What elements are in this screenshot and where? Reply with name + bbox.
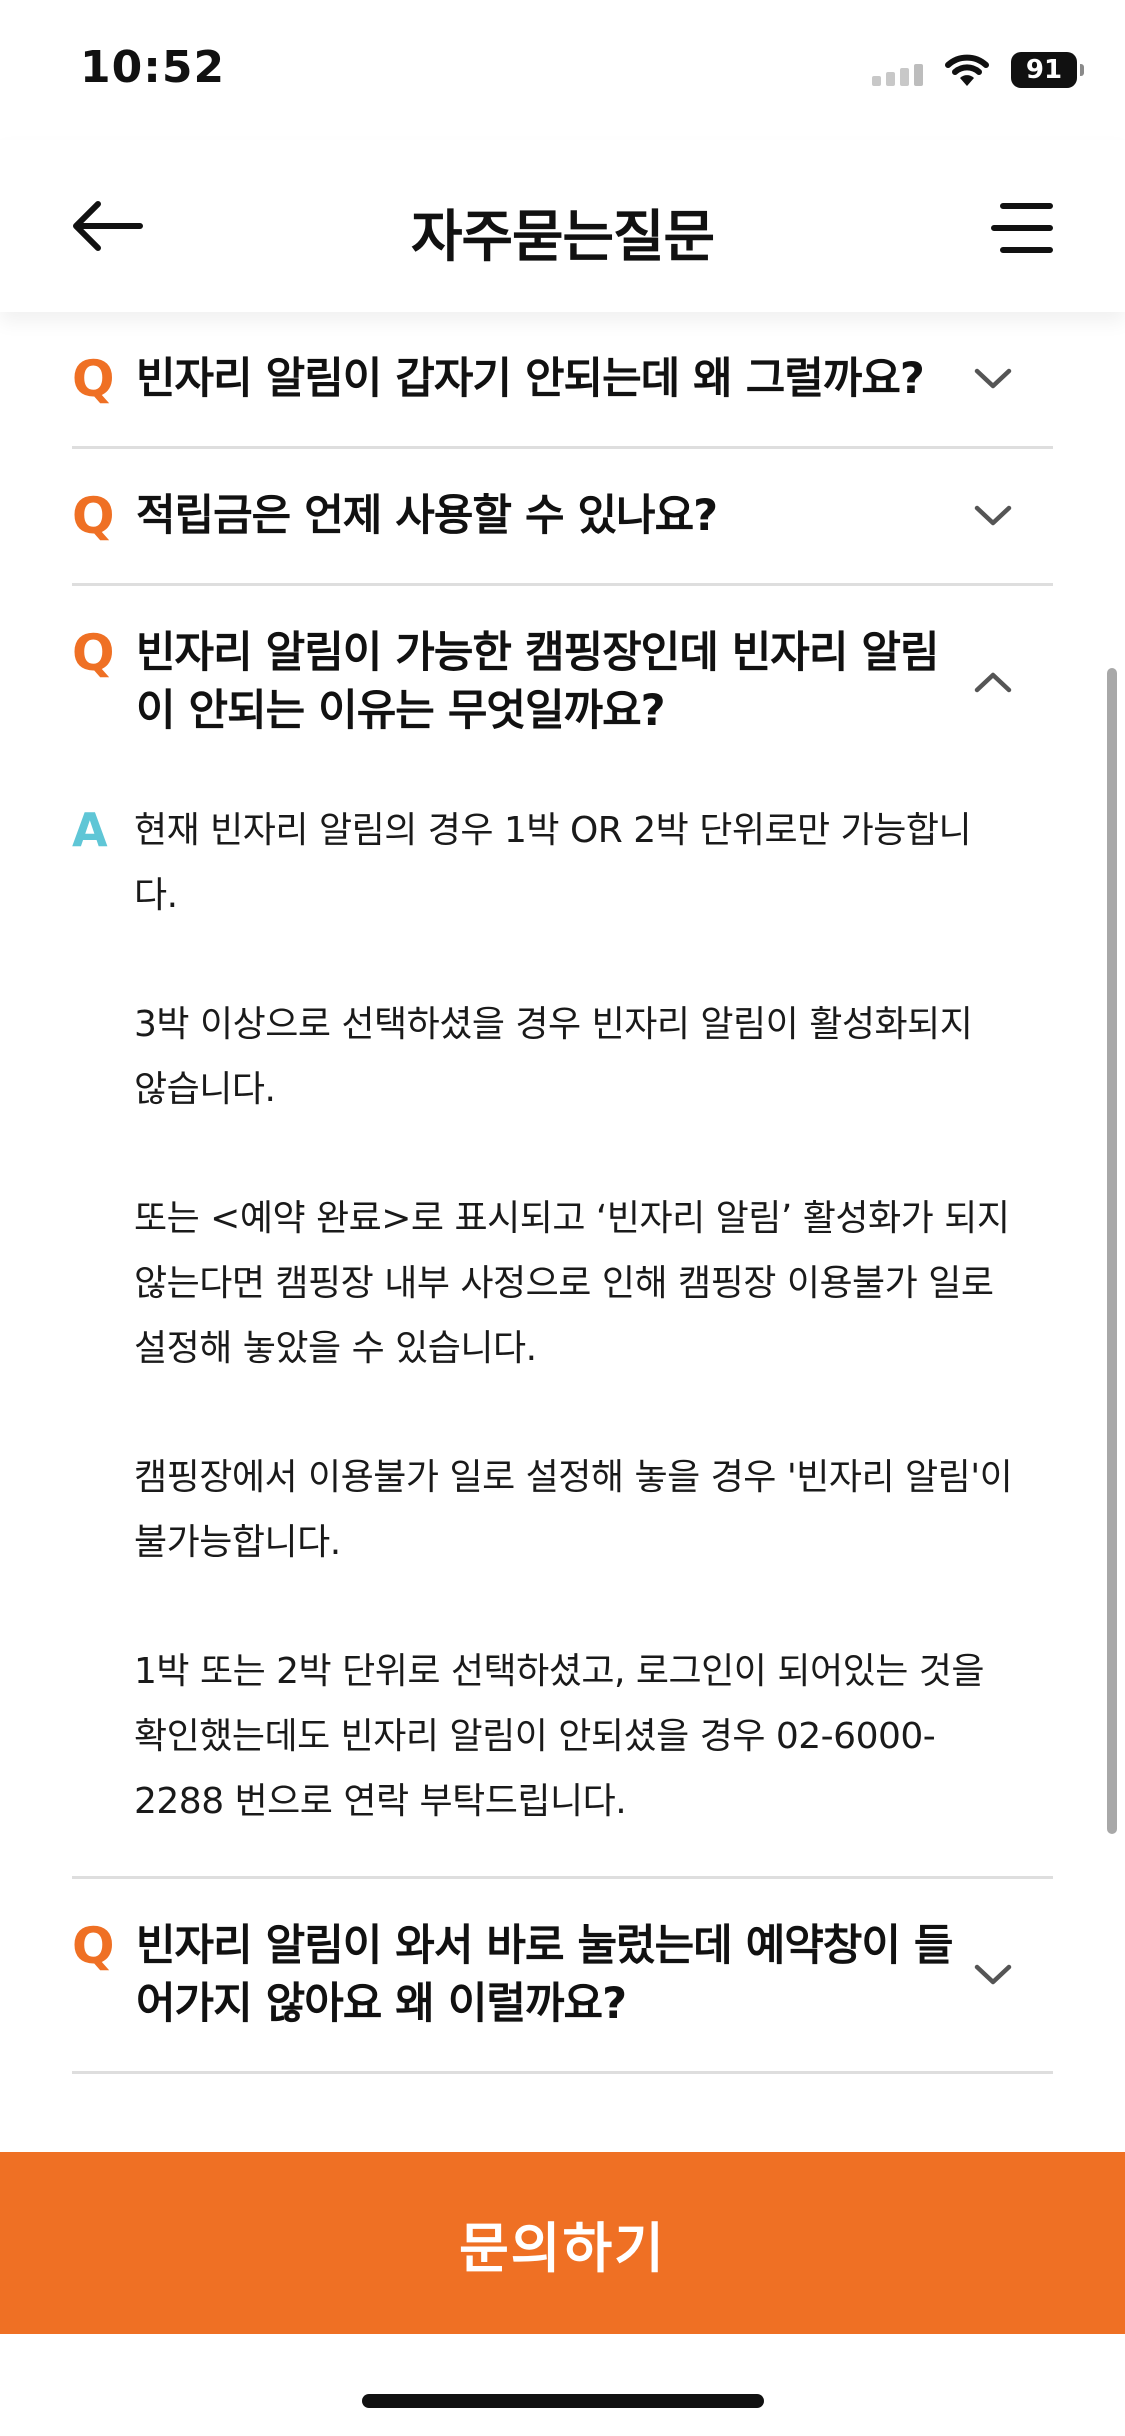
page-title: 자주묻는질문 xyxy=(410,205,715,270)
answer-paragraph: 캠핑장에서 이용불가 일로 설정해 놓을 경우 '빈자리 알림'이 불가능합니다… xyxy=(134,1457,1013,1563)
question-text: 빈자리 알림이 갑자기 안되는데 왜 그럴까요? xyxy=(136,354,925,404)
chevron-up-icon xyxy=(974,672,1012,693)
chevron-down-icon xyxy=(974,505,1012,526)
question-text: 빈자리 알림이 가능한 캠핑장인데 빈자리 알림이 안되는 이유는 무엇일까요? xyxy=(136,628,940,736)
faq-question-toggle[interactable]: Q 적립금은 언제 사용할 수 있나요? xyxy=(72,449,1053,583)
question-text: 적립금은 언제 사용할 수 있나요? xyxy=(136,491,718,541)
status-time: 10:52 xyxy=(80,42,226,93)
menu-icon xyxy=(991,203,1053,253)
question-mark: Q xyxy=(72,487,115,545)
answer-body: 현재 빈자리 알림의 경우 1박 OR 2박 단위로만 가능합니다. 3박 이상… xyxy=(134,798,1013,1834)
answer-paragraph: 1박 또는 2박 단위로 선택하셨고, 로그인이 되어있는 것을 확인했는데도 … xyxy=(134,1651,985,1822)
battery-icon: 91 xyxy=(1011,52,1084,88)
cellular-signal-icon xyxy=(872,54,923,86)
faq-item: Q 빈자리 알림이 와서 바로 눌렀는데 예약창이 들어가지 않아요 왜 이럴까… xyxy=(72,1879,1053,2074)
question-mark: Q xyxy=(72,1917,115,1975)
faq-item: Q 적립금은 언제 사용할 수 있나요? xyxy=(72,449,1053,586)
faq-list[interactable]: Q 빈자리 알림이 갑자기 안되는데 왜 그럴까요? Q 적립금은 언제 사용할… xyxy=(0,312,1125,2152)
scrollbar[interactable] xyxy=(1107,668,1117,1834)
question-mark: Q xyxy=(72,624,115,682)
home-indicator[interactable] xyxy=(362,2394,764,2408)
faq-item-expanded: Q 빈자리 알림이 가능한 캠핑장인데 빈자리 알림이 안되는 이유는 무엇일까… xyxy=(72,586,1053,1879)
chevron-down-icon xyxy=(974,1964,1012,1985)
answer-paragraph: 현재 빈자리 알림의 경우 1박 OR 2박 단위로만 가능합니다. xyxy=(134,810,972,916)
question-text: 빈자리 알림이 와서 바로 눌렀는데 예약창이 들어가지 않아요 왜 이럴까요? xyxy=(136,1921,953,2029)
faq-question-toggle[interactable]: Q 빈자리 알림이 갑자기 안되는데 왜 그럴까요? xyxy=(72,312,1053,446)
answer-paragraph: 또는 <예약 완료>로 표시되고 ‘빈자리 알림’ 활성화가 되지 않는다면 캠… xyxy=(134,1198,1010,1369)
faq-question-toggle[interactable]: Q 빈자리 알림이 와서 바로 눌렀는데 예약창이 들어가지 않아요 왜 이럴까… xyxy=(72,1879,1053,2071)
faq-question-toggle[interactable]: Q 빈자리 알림이 가능한 캠핑장인데 빈자리 알림이 안되는 이유는 무엇일까… xyxy=(72,586,1053,778)
question-mark: Q xyxy=(72,350,115,408)
status-bar: 10:52 91 xyxy=(0,0,1125,140)
wifi-icon xyxy=(945,54,989,86)
faq-item: Q 빈자리 알림이 갑자기 안되는데 왜 그럴까요? xyxy=(72,312,1053,449)
inquiry-button[interactable]: 문의하기 xyxy=(0,2152,1125,2334)
menu-button[interactable] xyxy=(991,200,1053,256)
answer-paragraph: 3박 이상으로 선택하셨을 경우 빈자리 알림이 활성화되지 않습니다. xyxy=(134,1004,973,1110)
header: 자주묻는질문 xyxy=(0,140,1125,312)
answer-mark: A xyxy=(72,803,108,857)
status-icons: 91 xyxy=(872,50,1084,90)
scrollbar-thumb[interactable] xyxy=(1107,668,1117,1834)
faq-answer: A 현재 빈자리 알림의 경우 1박 OR 2박 단위로만 가능합니다. 3박 … xyxy=(72,778,1053,1876)
chevron-down-icon xyxy=(974,368,1012,389)
